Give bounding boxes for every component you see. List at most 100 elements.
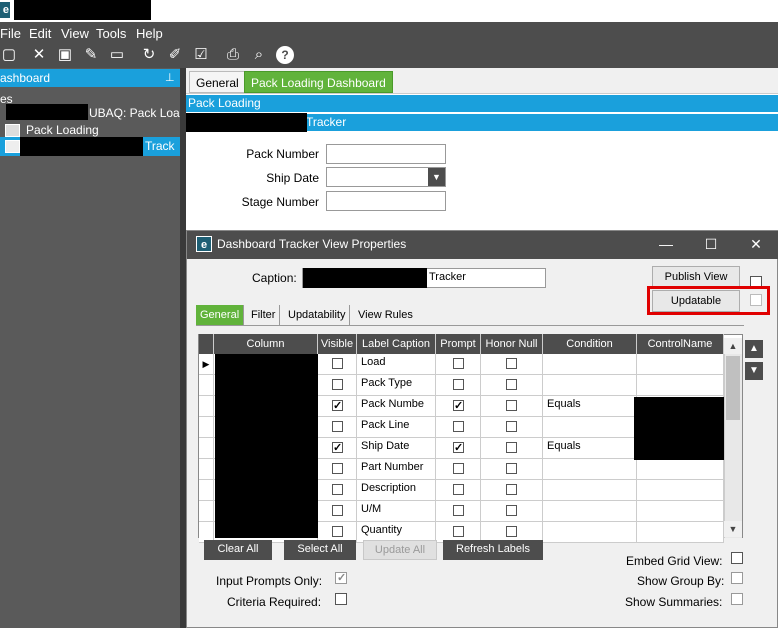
grid-cell[interactable] xyxy=(637,354,724,375)
grid-cell-visible[interactable] xyxy=(318,354,357,375)
grid-cell-label[interactable]: Part Number xyxy=(357,459,436,480)
grid-cell-visible[interactable] xyxy=(318,438,357,459)
grid-cell-honor[interactable] xyxy=(481,459,543,480)
prompt-checkbox[interactable] xyxy=(453,440,464,457)
grid-cell-label[interactable]: Ship Date xyxy=(357,438,436,459)
grid-cell-condition[interactable] xyxy=(543,501,637,522)
honor-checkbox[interactable] xyxy=(506,442,517,453)
grid-cell-honor[interactable] xyxy=(481,480,543,501)
row-indicator[interactable] xyxy=(199,438,214,459)
row-indicator[interactable] xyxy=(199,375,214,396)
grid-cell-honor[interactable] xyxy=(481,417,543,438)
grid-cell-label[interactable]: U/M xyxy=(357,501,436,522)
col-header-prompt[interactable]: Prompt xyxy=(436,334,481,354)
grid-cell-prompt[interactable] xyxy=(436,480,481,501)
subtab-view-rules[interactable]: View Rules xyxy=(354,305,417,325)
grid-cell-honor[interactable] xyxy=(481,501,543,522)
visible-checkbox[interactable] xyxy=(332,484,343,495)
scroll-thumb[interactable] xyxy=(726,356,740,420)
input-prompts-only-checkbox[interactable] xyxy=(335,571,347,584)
honor-checkbox[interactable] xyxy=(506,505,517,516)
grid-cell-condition[interactable] xyxy=(543,522,637,543)
honor-checkbox[interactable] xyxy=(506,484,517,495)
col-header-label-caption[interactable]: Label Caption xyxy=(357,334,436,354)
scroll-down-icon[interactable]: ▼ xyxy=(724,521,742,537)
select-all-button[interactable]: Select All xyxy=(284,540,356,560)
print-preview-icon[interactable]: ⌕ xyxy=(250,46,268,64)
visible-checkbox[interactable] xyxy=(332,398,343,415)
subtab-general[interactable]: General xyxy=(196,305,245,325)
menu-help[interactable]: Help xyxy=(136,26,163,41)
scroll-up-icon[interactable]: ▲ xyxy=(724,338,742,354)
stage-number-input[interactable] xyxy=(326,191,446,211)
visible-checkbox[interactable] xyxy=(332,505,343,516)
honor-checkbox[interactable] xyxy=(506,526,517,537)
publish-view-button[interactable]: Publish View xyxy=(652,266,740,288)
row-indicator[interactable] xyxy=(199,480,214,501)
grid-cell[interactable] xyxy=(637,375,724,396)
show-summaries-checkbox[interactable] xyxy=(731,593,743,605)
prompt-checkbox[interactable] xyxy=(453,484,464,495)
grid-cell[interactable] xyxy=(637,522,724,543)
grid-cell-prompt[interactable] xyxy=(436,438,481,459)
grid-cell-prompt[interactable] xyxy=(436,417,481,438)
prompt-checkbox[interactable] xyxy=(453,379,464,390)
clear-all-button[interactable]: Clear All xyxy=(204,540,272,560)
move-down-icon[interactable]: ▼ xyxy=(745,362,763,380)
grid-cell-label[interactable]: Description xyxy=(357,480,436,501)
criteria-required-checkbox[interactable] xyxy=(335,593,347,605)
col-header-condition[interactable]: Condition xyxy=(543,334,637,354)
grid-cell-condition[interactable] xyxy=(543,459,637,480)
grid-cell-label[interactable]: Pack Type xyxy=(357,375,436,396)
row-indicator[interactable]: ▶ xyxy=(199,354,214,375)
grid-cell-honor[interactable] xyxy=(481,354,543,375)
close-icon[interactable]: ✕ xyxy=(746,234,766,254)
grid-cell[interactable] xyxy=(637,480,724,501)
maximize-icon[interactable]: ☐ xyxy=(701,234,721,254)
minimize-icon[interactable]: — xyxy=(656,234,676,254)
embed-grid-view-checkbox[interactable] xyxy=(731,552,743,564)
grid-cell-condition[interactable] xyxy=(543,480,637,501)
grid-cell[interactable] xyxy=(637,459,724,480)
grid-cell-visible[interactable] xyxy=(318,396,357,417)
grid-cell-label[interactable]: Load xyxy=(357,354,436,375)
grid-cell[interactable] xyxy=(637,501,724,522)
grid-cell-condition[interactable]: Equals xyxy=(543,396,637,417)
pin-icon[interactable]: ⊥ xyxy=(165,69,175,87)
grid-cell-visible[interactable] xyxy=(318,459,357,480)
grid-cell-condition[interactable]: Equals xyxy=(543,438,637,459)
grid-cell-condition[interactable] xyxy=(543,375,637,396)
visible-checkbox[interactable] xyxy=(332,358,343,369)
show-group-by-checkbox[interactable] xyxy=(731,572,743,584)
prompt-checkbox[interactable] xyxy=(453,358,464,369)
grid-cell-prompt[interactable] xyxy=(436,375,481,396)
menu-file[interactable]: File xyxy=(0,26,21,41)
grid-cell-label[interactable]: Pack Numbe xyxy=(357,396,436,417)
new-icon[interactable]: ▢ xyxy=(0,46,18,64)
tree-item-ubaq[interactable]: UBAQ: Pack Loa xyxy=(89,106,180,120)
visible-checkbox[interactable] xyxy=(332,421,343,432)
col-header-visible[interactable]: Visible xyxy=(318,334,357,354)
tab-pack-loading-dashboard[interactable]: Pack Loading Dashboard xyxy=(244,71,393,93)
prompt-checkbox[interactable] xyxy=(453,505,464,516)
grid-cell-prompt[interactable] xyxy=(436,396,481,417)
honor-checkbox[interactable] xyxy=(506,421,517,432)
print-icon[interactable]: ⎙ xyxy=(224,46,242,64)
delete-icon[interactable]: ✕ xyxy=(30,46,48,64)
approve-icon[interactable]: ☑ xyxy=(192,46,210,64)
tab-general[interactable]: General xyxy=(189,71,246,93)
grid-cell-condition[interactable] xyxy=(543,417,637,438)
refresh-icon[interactable]: ↻ xyxy=(140,46,158,64)
prompt-checkbox[interactable] xyxy=(453,398,464,415)
prompt-checkbox[interactable] xyxy=(453,463,464,474)
visible-checkbox[interactable] xyxy=(332,440,343,457)
grid-cell-visible[interactable] xyxy=(318,501,357,522)
honor-checkbox[interactable] xyxy=(506,463,517,474)
clear-icon[interactable]: ✎ xyxy=(82,46,100,64)
honor-checkbox[interactable] xyxy=(506,400,517,411)
pack-number-input[interactable] xyxy=(326,144,446,164)
honor-checkbox[interactable] xyxy=(506,379,517,390)
grid-cell-visible[interactable] xyxy=(318,480,357,501)
visible-checkbox[interactable] xyxy=(332,526,343,537)
honor-checkbox[interactable] xyxy=(506,358,517,369)
